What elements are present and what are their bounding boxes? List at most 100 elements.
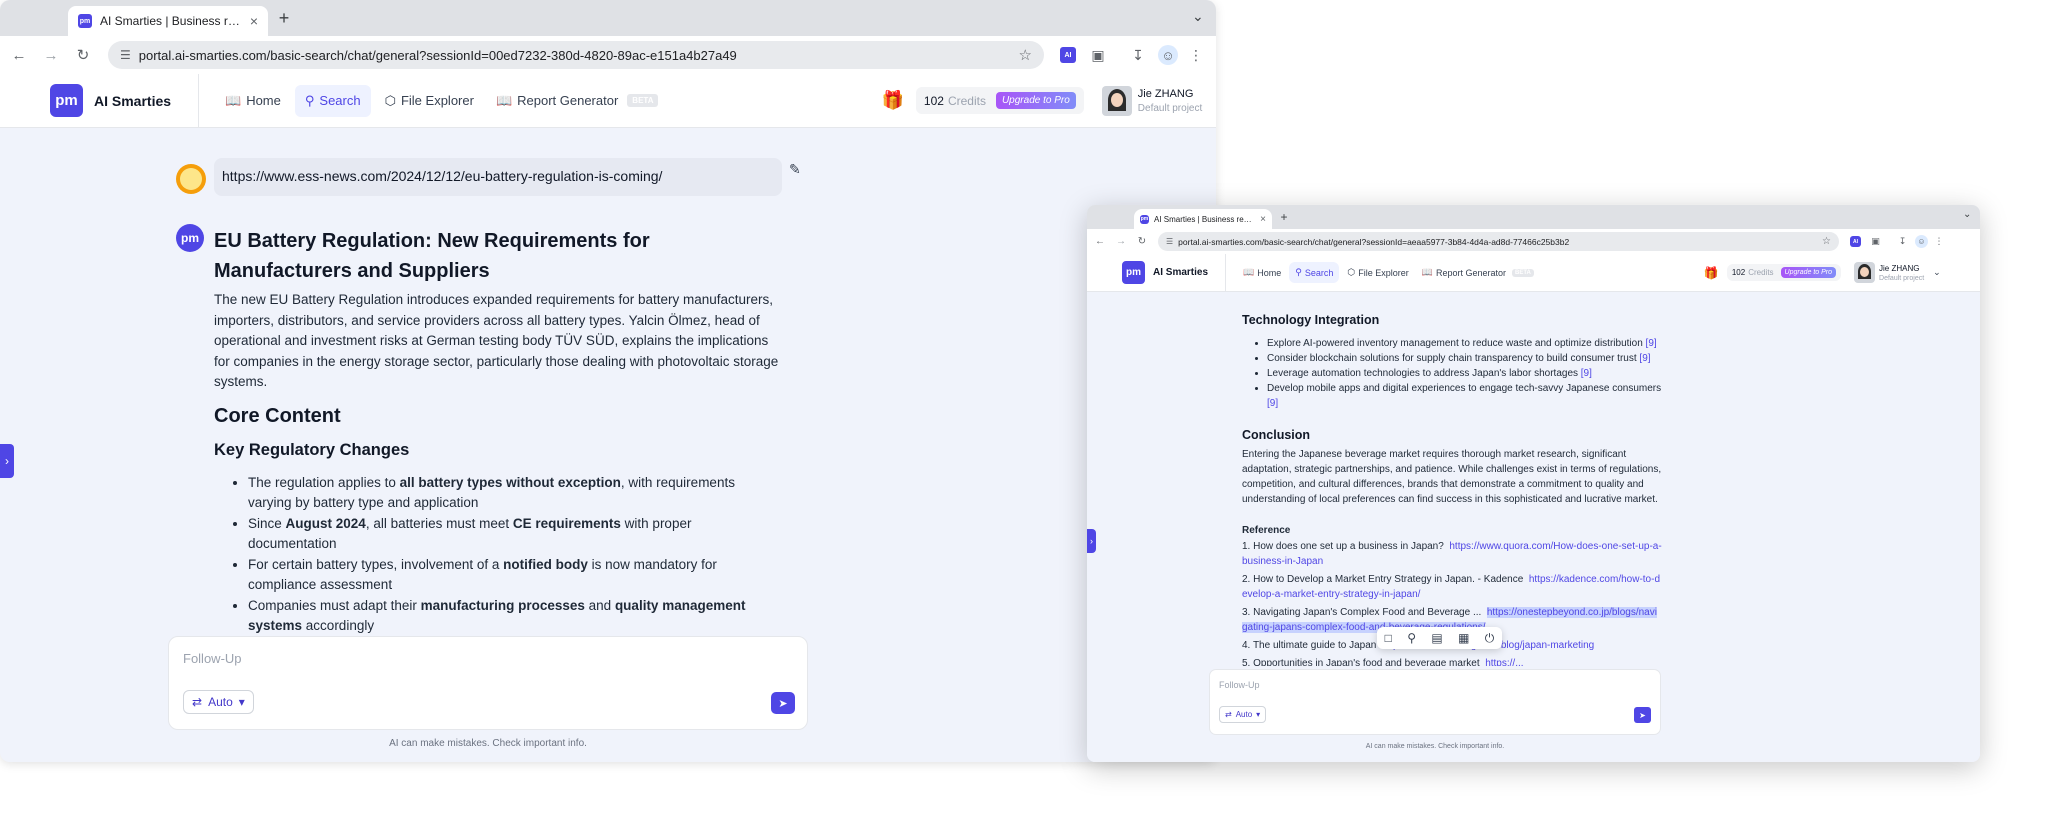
- send-button[interactable]: ➤: [771, 692, 795, 714]
- tab-close-icon[interactable]: ×: [1260, 214, 1266, 225]
- reload-icon[interactable]: ↻: [1135, 235, 1149, 249]
- credits-display: 102 Credits Upgrade to Pro: [915, 87, 1084, 114]
- download-icon[interactable]: ↧: [1128, 45, 1148, 65]
- app-logo[interactable]: pm: [1122, 261, 1145, 284]
- brand-name: AI Smarties: [94, 92, 172, 109]
- nav-search[interactable]: ⚲ Search: [1289, 262, 1340, 283]
- search-icon: ⚲: [1295, 267, 1302, 277]
- extensions-puzzle-icon[interactable]: ▣: [1088, 45, 1108, 65]
- browser-menu-icon[interactable]: ⋮: [1934, 235, 1944, 248]
- user-message-avatar: [176, 164, 206, 194]
- follow-up-input[interactable]: Follow-Up: [183, 651, 242, 666]
- tab-search-chevron-icon[interactable]: ⌄: [1963, 209, 1971, 220]
- follow-up-composer[interactable]: Follow-Up ⇄ Auto ▾ ➤: [1209, 669, 1661, 735]
- address-bar[interactable]: ☰ portal.ai-smarties.com/basic-search/ch…: [1158, 232, 1839, 251]
- copy-icon[interactable]: ▦: [1458, 631, 1469, 645]
- list-item: Leverage automation technologies to addr…: [1267, 366, 1662, 381]
- forward-arrow-icon[interactable]: →: [40, 44, 62, 66]
- search-icon[interactable]: ⚲: [1407, 631, 1416, 645]
- profile-icon[interactable]: ☺: [1915, 235, 1928, 248]
- address-bar[interactable]: ☰ portal.ai-smarties.com/basic-search/ch…: [108, 41, 1044, 69]
- avatar[interactable]: [1101, 85, 1132, 116]
- disclaimer: AI can make mistakes. Check important in…: [1365, 743, 1505, 750]
- reload-icon[interactable]: ↻: [72, 44, 94, 66]
- site-settings-icon[interactable]: ☰: [120, 48, 131, 62]
- url-text[interactable]: portal.ai-smarties.com/basic-search/chat…: [139, 48, 1011, 63]
- bookmark-star-icon[interactable]: ☆: [1019, 46, 1032, 64]
- site-settings-icon[interactable]: ☰: [1166, 237, 1173, 246]
- extension-icon[interactable]: AI: [1850, 236, 1861, 247]
- favicon-icon: pm: [1140, 214, 1149, 224]
- follow-up-input[interactable]: Follow-Up: [1219, 680, 1260, 690]
- bookmark-star-icon[interactable]: ☆: [1822, 236, 1831, 247]
- header-divider: [1225, 253, 1226, 292]
- bookmark-icon[interactable]: □: [1385, 631, 1392, 645]
- assistant-answer: EU Battery Regulation: New Requirements …: [214, 226, 780, 637]
- section-heading: Technology Integration: [1242, 313, 1380, 327]
- conclusion-text: Entering the Japanese beverage market re…: [1242, 449, 1662, 505]
- upgrade-button[interactable]: Upgrade to Pro: [1780, 267, 1837, 278]
- power-icon[interactable]: ⏻: [1485, 631, 1495, 646]
- new-tab-button[interactable]: +: [272, 6, 296, 30]
- chevron-down-icon[interactable]: ⌄: [1933, 267, 1941, 278]
- list-item: Consider blockchain solutions for supply…: [1267, 351, 1662, 366]
- citation-link[interactable]: [9]: [1646, 338, 1657, 349]
- mode-selector[interactable]: ⇄ Auto ▾: [183, 690, 254, 714]
- sidebar-expand-button[interactable]: ›: [0, 444, 14, 478]
- upgrade-button[interactable]: Upgrade to Pro: [995, 92, 1076, 109]
- avatar[interactable]: [1854, 262, 1876, 283]
- cube-icon: ⬡: [1347, 267, 1356, 277]
- browser-tab[interactable]: pm AI Smarties | Business research ×: [1134, 209, 1272, 229]
- nav-search[interactable]: ⚲ Search: [294, 84, 371, 117]
- url-text[interactable]: portal.ai-smarties.com/basic-search/chat…: [1178, 237, 1817, 247]
- profile-icon[interactable]: ☺: [1158, 45, 1178, 65]
- chevron-down-icon: ▾: [1256, 710, 1261, 719]
- credits-display: 102 Credits Upgrade to Pro: [1726, 264, 1842, 281]
- sidebar-expand-button[interactable]: ›: [1087, 529, 1096, 553]
- back-arrow-icon[interactable]: ←: [8, 44, 30, 66]
- book-icon: 📖: [1421, 267, 1433, 277]
- app-header: pm AI Smarties 📖 Home ⚲ Search ⬡ File Explo…: [1087, 253, 1980, 292]
- brand-name: AI Smarties: [1153, 267, 1209, 278]
- download-icon[interactable]: ↧: [1896, 235, 1909, 248]
- nav-file-explorer[interactable]: ⬡ File Explorer: [377, 85, 482, 117]
- nav-report-generator[interactable]: 📖 Report Generator BETA: [488, 85, 667, 117]
- forward-arrow-icon[interactable]: →: [1114, 235, 1128, 249]
- gift-icon[interactable]: 🎁: [881, 90, 903, 111]
- mode-selector[interactable]: ⇄ Auto ▾: [1219, 706, 1267, 723]
- reference-link[interactable]: https://...: [1485, 658, 1523, 666]
- gift-icon[interactable]: 🎁: [1704, 266, 1719, 280]
- new-tab-button[interactable]: +: [1276, 209, 1292, 225]
- app-header: pm AI Smarties 📖 Home ⚲ Search ⬡ File Explo…: [0, 73, 1216, 128]
- extension-icon[interactable]: AI: [1060, 47, 1076, 63]
- user-info[interactable]: Jie ZHANG Default project: [1138, 88, 1202, 114]
- extensions-puzzle-icon[interactable]: ▣: [1869, 235, 1882, 248]
- technology-list: Explore AI-powered inventory management …: [1242, 336, 1662, 411]
- list-item: Since August 2024, all batteries must me…: [248, 514, 780, 555]
- sliders-icon: ⇄: [192, 695, 203, 709]
- user-info[interactable]: Jie ZHANG Default project: [1879, 264, 1924, 282]
- browser-tab[interactable]: pm AI Smarties | Business research ×: [68, 6, 268, 36]
- citation-link[interactable]: [9]: [1639, 353, 1650, 364]
- tab-title: AI Smarties | Business research: [100, 14, 242, 28]
- second-browser-window: pm AI Smarties | Business research × + ⌄…: [1087, 205, 1980, 762]
- nav-file-explorer[interactable]: ⬡ File Explorer: [1342, 262, 1413, 283]
- book-icon: 📖: [225, 92, 242, 108]
- back-arrow-icon[interactable]: ←: [1093, 235, 1107, 249]
- list-item: Companies must adapt their manufacturing…: [248, 596, 780, 637]
- citation-link[interactable]: [9]: [1267, 398, 1278, 409]
- nav-report-generator[interactable]: 📖 Report Generator BETA: [1417, 262, 1539, 283]
- edit-icon[interactable]: ✎: [789, 161, 805, 177]
- browser-menu-icon[interactable]: ⋮: [1188, 45, 1204, 65]
- tab-search-chevron-icon[interactable]: ⌄: [1192, 8, 1204, 25]
- tab-close-icon[interactable]: ×: [250, 13, 258, 29]
- app-logo[interactable]: pm: [50, 84, 83, 117]
- citation-link[interactable]: [9]: [1581, 368, 1592, 379]
- document-icon[interactable]: ▤: [1431, 631, 1442, 645]
- answer-intro: The new EU Battery Regulation introduces…: [214, 292, 779, 389]
- reference-heading: Reference: [1242, 525, 1291, 536]
- nav-home[interactable]: 📖 Home: [1238, 262, 1286, 283]
- nav-home[interactable]: 📖 Home: [217, 85, 289, 117]
- send-button[interactable]: ➤: [1634, 707, 1651, 723]
- follow-up-composer[interactable]: Follow-Up ⇄ Auto ▾ ➤: [168, 636, 808, 730]
